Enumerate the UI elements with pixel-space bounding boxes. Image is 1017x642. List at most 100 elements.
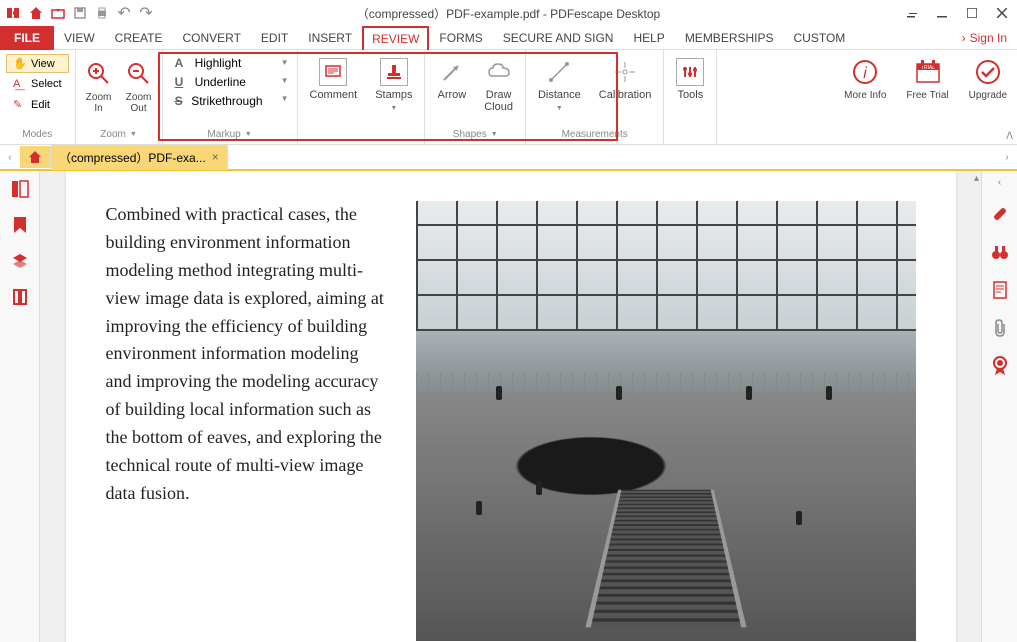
- layers-icon[interactable]: [8, 249, 32, 273]
- maximize-icon[interactable]: [957, 0, 987, 26]
- bookmarks-icon[interactable]: [8, 213, 32, 237]
- title-bar: ↶ ↷ （compressed）PDF-example.pdf - PDFesc…: [0, 0, 1017, 26]
- menu-edit[interactable]: EDIT: [251, 26, 298, 50]
- right-nav-prev[interactable]: ‹: [991, 177, 1009, 188]
- mode-view-label: View: [31, 58, 55, 70]
- menu-help[interactable]: HELP: [623, 26, 674, 50]
- app-icon[interactable]: [6, 5, 22, 21]
- free-trial-button[interactable]: TRIAL Free Trial: [896, 50, 958, 144]
- zoom-out-label: ZoomOut: [126, 92, 152, 114]
- underline-icon: U: [175, 75, 189, 89]
- comment-label: Comment: [310, 89, 358, 101]
- menu-view[interactable]: VIEW: [54, 26, 105, 50]
- distance-icon: [545, 58, 573, 86]
- menu-bar: FILE VIEW CREATE CONVERT EDIT INSERT REV…: [0, 26, 1017, 50]
- minimize-icon[interactable]: [927, 0, 957, 26]
- drawcloud-button[interactable]: DrawCloud: [478, 54, 519, 117]
- highlight-button[interactable]: AHighlight: [169, 54, 269, 72]
- document-tabs: ‹ （compressed）PDF-exa... × ›: [0, 145, 1017, 171]
- file-menu[interactable]: FILE: [0, 26, 54, 50]
- badge-icon[interactable]: [988, 354, 1012, 378]
- home-tab[interactable]: [20, 146, 51, 168]
- binoculars-icon[interactable]: [988, 240, 1012, 264]
- document-view[interactable]: ▴ Combined with practical cases, the bui…: [40, 171, 981, 642]
- strikethrough-button[interactable]: SStrikethrough: [169, 92, 269, 110]
- close-icon[interactable]: [987, 0, 1017, 26]
- zoom-in-icon: [86, 56, 112, 92]
- group-tools: Tools: [664, 50, 717, 144]
- save-icon[interactable]: [72, 5, 88, 21]
- tab-next-icon[interactable]: ›: [997, 152, 1017, 163]
- scroll-up-icon[interactable]: ▴: [974, 173, 979, 184]
- menu-custom[interactable]: CUSTOM: [784, 26, 856, 50]
- tab-close-icon[interactable]: ×: [212, 150, 219, 164]
- shapes-dropdown-icon[interactable]: ▼: [491, 131, 498, 138]
- menu-review[interactable]: REVIEW: [362, 26, 429, 50]
- group-measurements: Distance ▼ Calibration Measurements: [526, 50, 664, 144]
- document-tab[interactable]: （compressed）PDF-exa... ×: [51, 145, 228, 170]
- menu-insert[interactable]: INSERT: [298, 26, 362, 50]
- underline-button[interactable]: UUnderline: [169, 73, 269, 91]
- more-info-label: More Info: [844, 90, 886, 101]
- arrow-button[interactable]: Arrow: [431, 54, 472, 117]
- window-title: （compressed）PDF-example.pdf - PDFescape …: [357, 5, 660, 22]
- calibration-button[interactable]: Calibration: [593, 54, 658, 117]
- free-trial-label: Free Trial: [906, 90, 948, 101]
- stamps-button[interactable]: Stamps ▼: [369, 54, 418, 116]
- menu-forms[interactable]: FORMS: [429, 26, 492, 50]
- wrench-icon[interactable]: [988, 202, 1012, 226]
- distance-dropdown-icon[interactable]: ▼: [556, 105, 563, 112]
- menu-memberships[interactable]: MEMBERSHIPS: [675, 26, 784, 50]
- document-icon[interactable]: [988, 278, 1012, 302]
- tools-button[interactable]: Tools: [670, 54, 710, 117]
- highlight-icon: A: [175, 56, 189, 70]
- sign-in-link[interactable]: › Sign In: [952, 27, 1017, 49]
- group-shapes: Arrow DrawCloud Shapes▼: [425, 50, 525, 144]
- mode-view[interactable]: ✋View: [6, 54, 69, 73]
- stamps-dropdown-icon[interactable]: ▼: [390, 105, 397, 112]
- group-zoom: ZoomIn ZoomOut Zoom▼: [76, 50, 163, 144]
- open-icon[interactable]: [50, 5, 66, 21]
- collapse-ribbon-icon[interactable]: ᐱ: [1006, 131, 1013, 142]
- tools-label: Tools: [678, 89, 704, 101]
- calibration-label: Calibration: [599, 89, 652, 101]
- menu-convert[interactable]: CONVERT: [172, 26, 250, 50]
- zoom-dropdown-icon[interactable]: ▼: [130, 131, 137, 138]
- document-text: Combined with practical cases, the build…: [106, 201, 386, 641]
- comment-button[interactable]: Comment: [304, 54, 364, 117]
- distance-button[interactable]: Distance ▼: [532, 54, 587, 116]
- home-icon[interactable]: [28, 5, 44, 21]
- minimize-second-icon[interactable]: [897, 0, 927, 26]
- paperclip-icon[interactable]: [988, 316, 1012, 340]
- group-measurements-label: Measurements: [562, 127, 628, 142]
- group-modes-label: Modes: [22, 127, 52, 142]
- highlight-dropdown[interactable]: ▼: [279, 54, 291, 71]
- zoom-out-button[interactable]: ZoomOut: [122, 54, 156, 116]
- menu-secure[interactable]: SECURE AND SIGN: [493, 26, 624, 50]
- underline-dropdown[interactable]: ▼: [279, 72, 291, 89]
- attachments-icon[interactable]: [8, 285, 32, 309]
- edit-icon: ✎: [13, 98, 27, 111]
- ribbon-right: i More Info TRIAL Free Trial Upgrade: [834, 50, 1017, 144]
- strike-label: Strikethrough: [191, 94, 262, 108]
- tab-prev-icon[interactable]: ‹: [0, 152, 20, 163]
- stamps-label: Stamps: [375, 89, 412, 101]
- menu-create[interactable]: CREATE: [105, 26, 173, 50]
- cloud-icon: [485, 58, 513, 86]
- print-icon[interactable]: [94, 5, 110, 21]
- zoom-in-label: ZoomIn: [86, 92, 112, 114]
- redo-icon[interactable]: ↷: [138, 5, 154, 21]
- mode-edit[interactable]: ✎Edit: [6, 95, 69, 114]
- undo-icon[interactable]: ↶: [116, 5, 132, 21]
- mode-select[interactable]: A͟Select: [6, 75, 69, 93]
- zoom-in-button[interactable]: ZoomIn: [82, 54, 116, 116]
- more-info-button[interactable]: i More Info: [834, 50, 896, 144]
- group-shapes-label: Shapes▼: [453, 127, 498, 142]
- thumbnails-icon[interactable]: [8, 177, 32, 201]
- group-markup: AHighlight UUnderline SStrikethrough ▼ ▼…: [163, 50, 298, 144]
- strike-dropdown[interactable]: ▼: [279, 90, 291, 107]
- markup-dropdown-icon[interactable]: ▼: [245, 131, 252, 138]
- upgrade-button[interactable]: Upgrade: [959, 50, 1017, 144]
- signin-icon: ›: [962, 31, 966, 45]
- tools-icon: [676, 58, 704, 86]
